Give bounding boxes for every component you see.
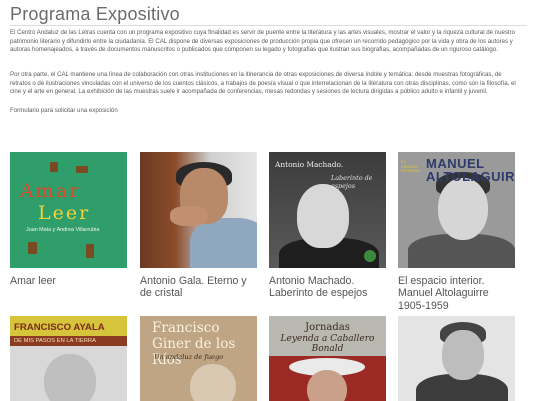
page-title: Programa Expositivo: [10, 4, 180, 24]
exhibition-cover-image[interactable]: Jornadas Leyenda a Caballero Bonald: [269, 316, 386, 401]
portrait-head: [190, 364, 236, 401]
junta-logo-icon: [364, 250, 376, 262]
portrait-head: [438, 178, 488, 240]
portrait-body: [190, 218, 257, 268]
exhibition-title[interactable]: Antonio Machado. Laberinto de espejos: [269, 275, 386, 300]
exhibition-cover-image[interactable]: Antonio Machado. Laberinto de espejos: [269, 152, 386, 268]
exhibition-card-portrait[interactable]: [398, 316, 515, 401]
cover-decoration: [50, 162, 58, 172]
exhibition-card-amar-leer[interactable]: Amar Leer Juan Mata y Andrea Villarrubia…: [10, 152, 127, 287]
cover-subtitle: DE MIS PASOS EN LA TIERRA: [10, 336, 127, 346]
exhibition-title[interactable]: El espacio interior. Manuel Altolaguirre…: [398, 275, 515, 312]
request-exhibition-form-link[interactable]: Formulario para solicitar una exposición: [10, 107, 118, 114]
cover-decoration: [76, 166, 88, 173]
portrait-head: [307, 370, 347, 401]
exhibition-cover-image[interactable]: FRANCISCO AYALA DE MIS PASOS EN LA TIERR…: [10, 316, 127, 401]
portrait-head: [297, 184, 349, 248]
portrait-head: [44, 354, 96, 401]
cover-title-line-2: Leyenda a Caballero Bonald: [280, 334, 375, 354]
cover-title-line-1: Francisco: [152, 320, 220, 336]
cover-decoration: [86, 244, 94, 258]
title-divider: [10, 25, 527, 26]
cover-title-line-2: Giner de los Ríos: [152, 336, 236, 368]
intro-paragraph-1: El Centro Andaluz de las Letras cuenta c…: [10, 29, 516, 54]
exhibition-card-antonio-machado[interactable]: Antonio Machado. Laberinto de espejos An…: [269, 152, 386, 300]
exhibition-card-giner-de-los-rios[interactable]: Francisco Giner de los Ríos Un andaluz d…: [140, 316, 257, 401]
exhibition-card-caballero-bonald[interactable]: Jornadas Leyenda a Caballero Bonald: [269, 316, 386, 401]
cover-title-line-1: Jornadas: [305, 322, 350, 333]
exhibition-card-altolaguirre[interactable]: EL ESPACIO INTERIOR MANUEL ALTOLAGUIRRE …: [398, 152, 515, 312]
exhibition-card-francisco-ayala[interactable]: FRANCISCO AYALA DE MIS PASOS EN LA TIERR…: [10, 316, 127, 401]
exhibition-cover-image[interactable]: Amar Leer Juan Mata y Andrea Villarrubia: [10, 152, 127, 268]
cover-title-line-2: Leer: [38, 202, 91, 224]
cover-decoration: [28, 242, 37, 254]
cover-subtitle: Laberinto de espejos: [331, 174, 373, 190]
cover-name: Antonio Machado.: [275, 160, 344, 169]
exhibition-card-antonio-gala[interactable]: Antonio Gala. Eterno y de cristal: [140, 152, 257, 300]
exhibition-title[interactable]: Antonio Gala. Eterno y de cristal: [140, 275, 257, 300]
exhibition-cover-image[interactable]: Francisco Giner de los Ríos Un andaluz d…: [140, 316, 257, 401]
cover-subtitle: Un andaluz de fuego: [154, 353, 224, 361]
cover-name: MANUEL ALTOLAGUIRRE: [426, 156, 515, 184]
cover-title-line-1: Amar: [20, 180, 81, 202]
exhibition-cover-image[interactable]: [140, 152, 257, 268]
cover-authors: Juan Mata y Andrea Villarrubia: [26, 227, 100, 233]
cover-kicker: EL ESPACIO INTERIOR: [401, 159, 421, 174]
exhibition-cover-image[interactable]: EL ESPACIO INTERIOR MANUEL ALTOLAGUIRRE: [398, 152, 515, 268]
cover-name: FRANCISCO AYALA: [14, 322, 105, 333]
intro-paragraph-2: Por otra parte, el CAL mantiene una líne…: [10, 71, 516, 96]
exhibition-title[interactable]: Amar leer: [10, 275, 127, 287]
portrait-hand: [170, 206, 208, 226]
portrait-head: [442, 330, 484, 380]
exhibition-cover-image[interactable]: [398, 316, 515, 401]
